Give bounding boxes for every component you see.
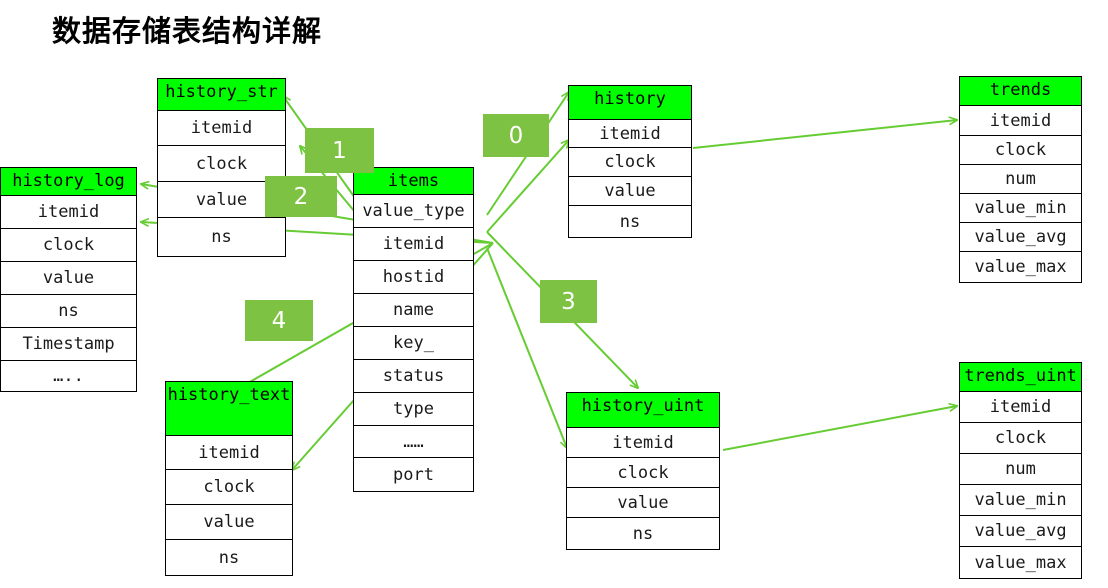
field-value-avg: value_avg xyxy=(960,516,1081,547)
table-history-str-header: history_str xyxy=(158,79,285,111)
badge-0[interactable]: 0 xyxy=(483,114,549,157)
arrow-history-to-trends xyxy=(692,120,957,149)
field-ellipsis: …… xyxy=(354,426,473,458)
field-ns: ns xyxy=(1,295,136,328)
arrow-history-uint-to-trends-uint xyxy=(722,406,957,451)
table-trends[interactable]: trends itemid clock num value_min value_… xyxy=(959,76,1082,283)
table-history-str[interactable]: history_str itemid clock value ns xyxy=(157,78,286,257)
badge-4[interactable]: 4 xyxy=(245,300,313,341)
field-ns: ns xyxy=(218,547,240,568)
field-itemid: itemid xyxy=(1,196,136,229)
field-itemid: itemid xyxy=(158,111,285,146)
field-value-min: value_min xyxy=(960,485,1081,516)
field-value: value xyxy=(1,262,136,295)
table-history-log-header: history_log xyxy=(1,168,136,196)
field-clock: clock xyxy=(960,423,1081,454)
field-key: key_ xyxy=(354,327,473,360)
badge-2[interactable]: 2 xyxy=(265,176,337,217)
field-num: num xyxy=(960,454,1081,485)
field-itemid: itemid xyxy=(567,428,719,458)
field-hostid: hostid xyxy=(354,261,473,294)
table-history-uint-header: history_uint xyxy=(567,393,719,428)
field-clock: clock xyxy=(166,470,292,505)
field-name: name xyxy=(354,294,473,327)
table-history-text-header: history_text xyxy=(166,382,292,436)
field-clock: clock xyxy=(1,229,136,262)
table-trends-uint[interactable]: trends_uint itemid clock num value_min v… xyxy=(959,362,1082,579)
field-clock: clock xyxy=(569,148,691,177)
field-itemid: itemid xyxy=(166,436,292,470)
field-ellipsis: ….. xyxy=(53,366,84,386)
table-history-log[interactable]: history_log itemid clock value ns Timest… xyxy=(0,167,137,392)
field-value-avg: value_avg xyxy=(960,223,1081,252)
table-items[interactable]: items value_type itemid hostid name key_… xyxy=(353,167,474,492)
field-value: value xyxy=(166,505,292,540)
field-timestamp: Timestamp xyxy=(1,328,136,361)
arrow-items-to-history-uint-itemid xyxy=(486,247,567,448)
field-num: num xyxy=(960,165,1081,194)
field-itemid: itemid xyxy=(960,392,1081,423)
field-ns: ns xyxy=(632,523,654,544)
table-history[interactable]: history itemid clock value ns xyxy=(568,85,692,238)
page-title: 数据存储表结构详解 xyxy=(52,14,323,48)
field-value: value xyxy=(567,488,719,518)
field-itemid: itemid xyxy=(960,106,1081,136)
field-clock: clock xyxy=(567,458,719,488)
field-type: type xyxy=(354,393,473,426)
badge-3[interactable]: 3 xyxy=(540,280,597,323)
field-clock: clock xyxy=(960,136,1081,165)
table-history-uint[interactable]: history_uint itemid clock value ns xyxy=(566,392,720,550)
badge-1[interactable]: 1 xyxy=(305,128,374,173)
field-value-max: value_max xyxy=(974,552,1067,573)
field-value-max: value_max xyxy=(974,257,1067,277)
field-ns: ns xyxy=(211,227,232,247)
field-itemid: itemid xyxy=(354,228,473,261)
table-history-text[interactable]: history_text itemid clock value ns xyxy=(165,381,293,576)
table-trends-header: trends xyxy=(960,77,1081,106)
table-trends-uint-header: trends_uint xyxy=(960,363,1081,392)
field-value: value xyxy=(569,177,691,206)
table-history-header: history xyxy=(569,86,691,120)
field-value-min: value_min xyxy=(960,194,1081,223)
field-status: status xyxy=(354,360,473,393)
field-itemid: itemid xyxy=(569,120,691,148)
field-ns: ns xyxy=(619,211,641,232)
field-port: port xyxy=(393,464,434,485)
field-value-type: value_type xyxy=(354,195,473,228)
